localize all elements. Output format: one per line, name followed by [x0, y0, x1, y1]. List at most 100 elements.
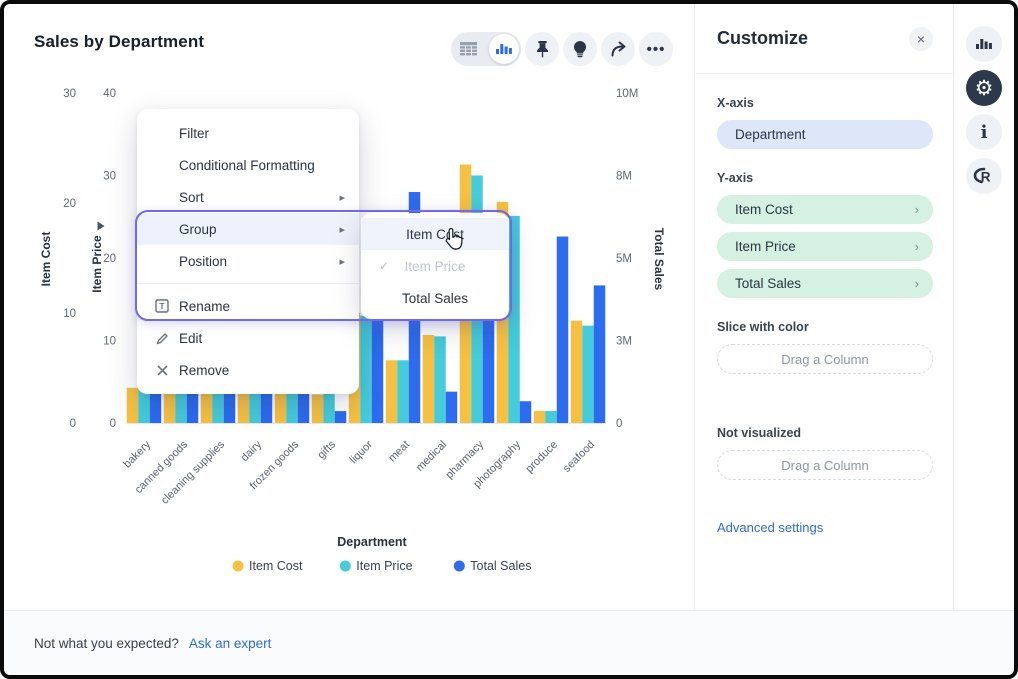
- bar: [372, 314, 384, 423]
- x-tick-label: produce: [524, 439, 561, 476]
- chart-type-button[interactable]: [966, 26, 1002, 62]
- chevron-right-icon: ›: [915, 202, 919, 217]
- axis-tick-label: 10: [103, 336, 116, 348]
- bar: [397, 360, 409, 423]
- bar: [508, 216, 520, 423]
- x-axis-pill-department[interactable]: Department: [717, 120, 933, 149]
- y-axis-pill-total-sales[interactable]: Total Sales›: [717, 269, 933, 298]
- menu-item-position[interactable]: Position▸: [137, 245, 359, 277]
- check-icon: ✓: [379, 259, 389, 273]
- info-icon: i: [981, 122, 988, 143]
- axis-menu-arrow-icon: [98, 222, 105, 231]
- bar: [323, 393, 335, 423]
- menu-item-rename[interactable]: T Rename: [137, 290, 359, 322]
- legend-swatch: [233, 561, 244, 572]
- x-tick-label: cleaning supplies: [159, 438, 228, 507]
- bar: [594, 285, 606, 423]
- bar: [582, 326, 594, 423]
- menu-item-sort[interactable]: Sort▸: [137, 181, 359, 213]
- chevron-right-icon: ›: [915, 276, 919, 291]
- axis-tick-label: 40: [103, 88, 116, 100]
- menu-item-group[interactable]: Group▸: [137, 213, 359, 245]
- r-logo-icon: R: [973, 167, 995, 185]
- main-row: Sales by Department: [4, 4, 1014, 610]
- bar: [224, 390, 236, 423]
- r-analytics-button[interactable]: R: [966, 158, 1002, 194]
- bar: [212, 390, 224, 423]
- remove-icon: [154, 365, 170, 376]
- svg-text:R: R: [981, 170, 991, 185]
- slice-dropzone[interactable]: Drag a Column: [717, 344, 933, 374]
- settings-button[interactable]: ⚙: [966, 70, 1002, 106]
- submenu-item-item-cost[interactable]: Item Cost: [361, 218, 509, 250]
- customize-panel: Customize × X-axis Department Y-axis Ite…: [694, 4, 954, 610]
- bottom-bar: Not what you expected? Ask an expert: [4, 610, 1014, 675]
- x-tick-label: dairy: [239, 438, 265, 464]
- x-tick-label: seafood: [561, 439, 597, 475]
- advanced-settings-link[interactable]: Advanced settings: [717, 520, 933, 535]
- bottom-bar-text: Not what you expected?: [34, 636, 179, 651]
- menu-item-filter[interactable]: Filter: [137, 117, 359, 149]
- bar: [335, 411, 347, 423]
- bar: [386, 360, 398, 423]
- axis-tick-label: 0: [616, 418, 622, 430]
- bar: [545, 411, 557, 423]
- axis-tick-label: 10: [63, 308, 76, 320]
- x-tick-label: medical: [414, 439, 449, 474]
- y-axis-title-item-cost: Item Cost: [39, 232, 53, 287]
- svg-text:T: T: [159, 301, 165, 311]
- bar: [312, 394, 324, 423]
- x-axis-label: X-axis: [717, 96, 933, 110]
- chevron-right-icon: ›: [915, 239, 919, 254]
- bar: [275, 390, 287, 423]
- legend-swatch: [454, 561, 465, 572]
- right-rail: ⚙ i R: [954, 4, 1014, 610]
- not-visualized-dropzone[interactable]: Drag a Column: [717, 450, 933, 480]
- legend-label: Total Sales: [470, 559, 531, 573]
- bar: [534, 411, 546, 423]
- context-menu: Filter Conditional Formatting Sort▸ Grou…: [137, 109, 359, 394]
- menu-item-edit[interactable]: Edit: [137, 322, 359, 354]
- y-axis-pill-item-cost[interactable]: Item Cost›: [717, 195, 933, 224]
- legend-swatch: [340, 561, 351, 572]
- axis-tick-label: 30: [103, 171, 116, 183]
- y-axis-title-total-sales: Total Sales: [652, 228, 666, 291]
- slice-with-color-label: Slice with color: [717, 320, 933, 334]
- axis-tick-label: 20: [63, 198, 76, 210]
- x-tick-label: liquor: [348, 438, 376, 466]
- bar: [423, 335, 435, 423]
- edit-icon: [154, 332, 170, 345]
- ask-an-expert-link[interactable]: Ask an expert: [189, 636, 272, 651]
- menu-separator: [137, 283, 359, 284]
- y-axis-label: Y-axis: [717, 171, 933, 185]
- axis-tick-label: 10M: [616, 88, 638, 100]
- customize-title: Customize: [717, 28, 808, 49]
- axis-tick-label: 5M: [616, 253, 632, 265]
- bar: [360, 316, 372, 423]
- submenu-item-item-price[interactable]: ✓ Item Price: [361, 250, 509, 282]
- y-axis-pill-item-price[interactable]: Item Price›: [717, 232, 933, 261]
- menu-item-conditional-formatting[interactable]: Conditional Formatting: [137, 149, 359, 181]
- gear-icon: ⚙: [975, 78, 994, 99]
- customize-header: Customize ×: [695, 4, 953, 74]
- info-button[interactable]: i: [966, 114, 1002, 150]
- axis-tick-label: 3M: [616, 336, 632, 348]
- close-icon[interactable]: ×: [909, 27, 933, 51]
- bar: [557, 237, 569, 423]
- chevron-right-icon: ▸: [339, 191, 345, 204]
- x-tick-label: gifts: [315, 438, 338, 461]
- bar: [434, 336, 446, 423]
- bar: [286, 390, 298, 423]
- axis-tick-label: 30: [63, 88, 76, 100]
- axis-tick-label: 20: [103, 253, 116, 265]
- submenu-item-total-sales[interactable]: Total Sales: [361, 282, 509, 314]
- customize-body: X-axis Department Y-axis Item Cost› Item…: [695, 74, 953, 535]
- chevron-right-icon: ▸: [339, 255, 345, 268]
- bar: [571, 321, 583, 423]
- bar: [201, 390, 213, 423]
- legend-label: Item Price: [356, 559, 412, 573]
- bar: [164, 392, 176, 423]
- bar: [175, 392, 187, 423]
- menu-item-remove[interactable]: Remove: [137, 354, 359, 386]
- axis-tick-label: 0: [110, 418, 116, 430]
